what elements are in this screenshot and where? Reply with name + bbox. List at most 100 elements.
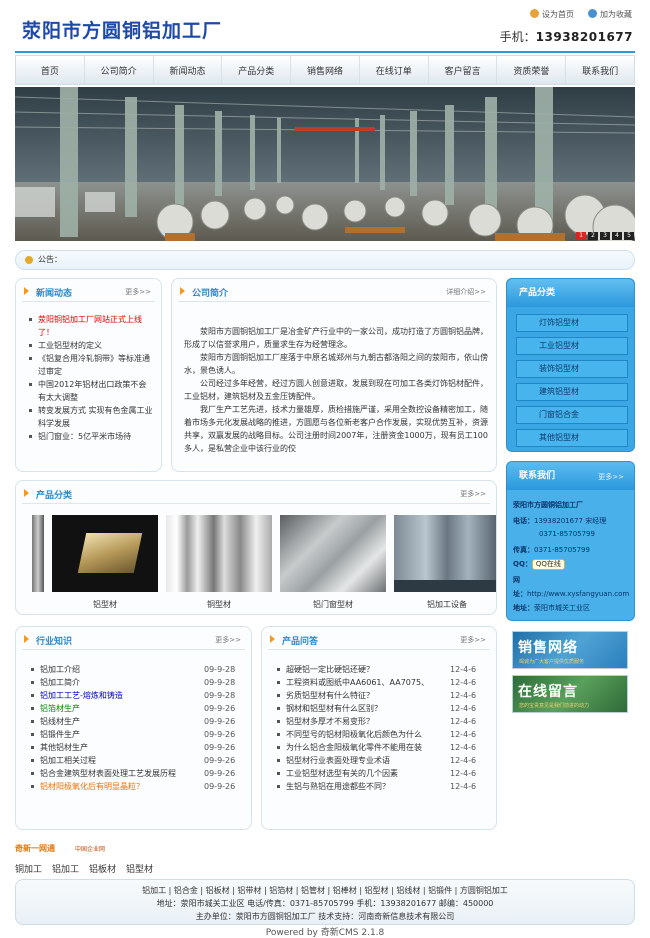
banner-page-4[interactable]: 4: [612, 232, 622, 240]
industry-item[interactable]: 铝线材生产 09-9-26: [30, 715, 240, 728]
web-label-2: 址：: [513, 590, 527, 598]
news-more-link[interactable]: 更多>>: [125, 287, 151, 297]
news-item[interactable]: 铝门窗业：5亿平米市场待: [28, 430, 153, 443]
news-item[interactable]: 《铝复合用冷轧铜带》等标准通过审定: [28, 352, 153, 378]
category-link[interactable]: 装饰铝型材: [516, 360, 628, 378]
company-name: 荥阳市方圆铜铝加工厂: [513, 501, 583, 509]
nav-home[interactable]: 首页: [16, 56, 85, 84]
banner-page-1[interactable]: 1: [576, 232, 586, 240]
category-link[interactable]: 工业铝型材: [516, 337, 628, 355]
nav-contact[interactable]: 联系我们: [566, 56, 634, 84]
products-title: 产品分类: [24, 488, 72, 501]
sales-network-banner[interactable]: 销售网络 竭诚为广大客户提供优质服务: [512, 631, 628, 669]
powered-by: Powered by 奇新CMS 2.1.8: [265, 928, 385, 938]
divider: [178, 301, 490, 302]
industry-item[interactable]: 其他铝材生产 09-9-26: [30, 741, 240, 754]
quick-link[interactable]: 铝型材: [126, 862, 153, 875]
item-title[interactable]: 铝合金建筑型材表面处理工艺发展历程: [40, 767, 204, 780]
industry-item[interactable]: 铝加工工艺-熔炼和铸造 09-9-28: [30, 689, 240, 702]
item-title[interactable]: 为什么铝合金阳极氧化零件不能用在装: [286, 741, 450, 754]
nav-products[interactable]: 产品分类: [222, 56, 292, 84]
item-title[interactable]: 铝加工工艺-熔炼和铸造: [40, 689, 204, 702]
site-logo[interactable]: 荥阳市方圆铜铝加工厂: [22, 16, 222, 43]
item-title[interactable]: 工程资料或图纸中AA6061、AA7075、: [286, 676, 450, 689]
quick-link[interactable]: 铝板材: [89, 862, 116, 875]
partner-logo-2[interactable]: 中国企业网: [75, 844, 105, 853]
nav-order[interactable]: 在线订单: [360, 56, 429, 84]
industry-item[interactable]: 铝材阳极氧化后有明显晶粒？ 09-9-26: [30, 780, 240, 793]
product-item[interactable]: 铝型材: [52, 515, 158, 610]
quick-link[interactable]: 铜加工: [15, 862, 42, 875]
qq-online-button[interactable]: QQ在线: [531, 559, 565, 570]
partner-logo-1[interactable]: 奇新一网通: [15, 843, 55, 854]
item-title[interactable]: 劣质铝型材有什么特征？: [286, 689, 450, 702]
industry-item[interactable]: 铝加工相关过程 09-9-26: [30, 754, 240, 767]
news-item[interactable]: 工业铝型材的定义: [28, 339, 153, 352]
web-url[interactable]: http://www.xysfangyuan.com: [527, 590, 629, 598]
nav-sales[interactable]: 销售网络: [291, 56, 360, 84]
item-title[interactable]: 生铝与熟铝在用途都些不同？: [286, 780, 450, 793]
about-more-link[interactable]: 详细介绍>>: [446, 287, 486, 297]
online-message-banner[interactable]: 在线留言 您的宝贵意见是我们前进的动力: [512, 675, 628, 713]
news-item[interactable]: 转变发展方式 实现有色金属工业科学发展: [28, 404, 153, 430]
quick-link[interactable]: 铝加工: [52, 862, 79, 875]
product-thumb-partial[interactable]: [32, 515, 44, 592]
faq-item[interactable]: 劣质铝型材有什么特征？ 12-4-6: [276, 689, 486, 702]
category-link[interactable]: 建筑铝型材: [516, 383, 628, 401]
nav-news[interactable]: 新闻动态: [154, 56, 223, 84]
faq-item[interactable]: 工业铝型材选型有关的几个因素 12-4-6: [276, 767, 486, 780]
item-date: 09-9-26: [204, 756, 236, 765]
item-title[interactable]: 不同型号的铝材阳极氧化后颜色为什么: [286, 728, 450, 741]
contact-more-link[interactable]: 更多>>: [598, 472, 624, 482]
nav-message[interactable]: 客户留言: [429, 56, 498, 84]
item-date: 09-9-26: [204, 743, 236, 752]
banner-page-2[interactable]: 2: [588, 232, 598, 240]
category-link[interactable]: 灯饰铝型材: [516, 314, 628, 332]
news-item[interactable]: 中国2012年铝材出口政策不会有太大调整: [28, 378, 153, 404]
item-title[interactable]: 钢材和铝型材有什么区别？: [286, 702, 450, 715]
faq-item[interactable]: 工程资料或图纸中AA6061、AA7075、 12-4-6: [276, 676, 486, 689]
faq-item[interactable]: 钢材和铝型材有什么区别？ 12-4-6: [276, 702, 486, 715]
faq-item[interactable]: 不同型号的铝材阳极氧化后颜色为什么 12-4-6: [276, 728, 486, 741]
faq-item[interactable]: 为什么铝合金阳极氧化零件不能用在装 12-4-6: [276, 741, 486, 754]
category-link[interactable]: 门窗铝合金: [516, 406, 628, 424]
item-title[interactable]: 铝箔材生产: [40, 702, 204, 715]
industry-item[interactable]: 铝合金建筑型材表面处理工艺发展历程 09-9-26: [30, 767, 240, 780]
product-item[interactable]: 铝加工设备: [394, 515, 496, 610]
banner-page-5[interactable]: 5: [624, 232, 634, 240]
item-date: 09-9-26: [204, 769, 236, 778]
nav-honors[interactable]: 资质荣誉: [497, 56, 567, 84]
news-item[interactable]: 荥阳铜铝加工厂网站正式上线了！: [28, 313, 153, 339]
item-title[interactable]: 超硬铝一定比硬铝还硬？: [286, 663, 450, 676]
add-favorite-link[interactable]: 加为收藏: [588, 9, 632, 20]
industry-more-link[interactable]: 更多>>: [215, 635, 241, 645]
item-title[interactable]: 铝线材生产: [40, 715, 204, 728]
faq-item[interactable]: 超硬铝一定比硬铝还硬？ 12-4-6: [276, 663, 486, 676]
banner-image[interactable]: [15, 87, 635, 241]
item-title[interactable]: 铝加工介绍: [40, 663, 204, 676]
faq-more-link[interactable]: 更多>>: [460, 635, 486, 645]
industry-item[interactable]: 铝加工简介 09-9-28: [30, 676, 240, 689]
divider: [22, 301, 155, 302]
faq-item[interactable]: 生铝与熟铝在用途都些不同？ 12-4-6: [276, 780, 486, 793]
category-link[interactable]: 其他铝型材: [516, 429, 628, 447]
product-item[interactable]: 铝门窗型材: [280, 515, 386, 610]
item-title[interactable]: 铝加工简介: [40, 676, 204, 689]
item-title[interactable]: 铝型材多厚才不易变形？: [286, 715, 450, 728]
industry-item[interactable]: 铝加工介绍 09-9-28: [30, 663, 240, 676]
product-item[interactable]: 铜型材: [166, 515, 272, 610]
item-title[interactable]: 铝材阳极氧化后有明显晶粒？: [40, 780, 204, 793]
set-home-link[interactable]: 设为首页: [530, 9, 574, 20]
products-more-link[interactable]: 更多>>: [460, 489, 486, 499]
item-title[interactable]: 铝锻件生产: [40, 728, 204, 741]
faq-item[interactable]: 铝型材行业表面处理专业术语 12-4-6: [276, 754, 486, 767]
item-title[interactable]: 铝型材行业表面处理专业术语: [286, 754, 450, 767]
item-title[interactable]: 工业铝型材选型有关的几个因素: [286, 767, 450, 780]
industry-item[interactable]: 铝锻件生产 09-9-26: [30, 728, 240, 741]
item-title[interactable]: 铝加工相关过程: [40, 754, 204, 767]
item-title[interactable]: 其他铝材生产: [40, 741, 204, 754]
banner-page-3[interactable]: 3: [600, 232, 610, 240]
faq-item[interactable]: 铝型材多厚才不易变形？ 12-4-6: [276, 715, 486, 728]
industry-item[interactable]: 铝箔材生产 09-9-26: [30, 702, 240, 715]
nav-about[interactable]: 公司简介: [85, 56, 154, 84]
